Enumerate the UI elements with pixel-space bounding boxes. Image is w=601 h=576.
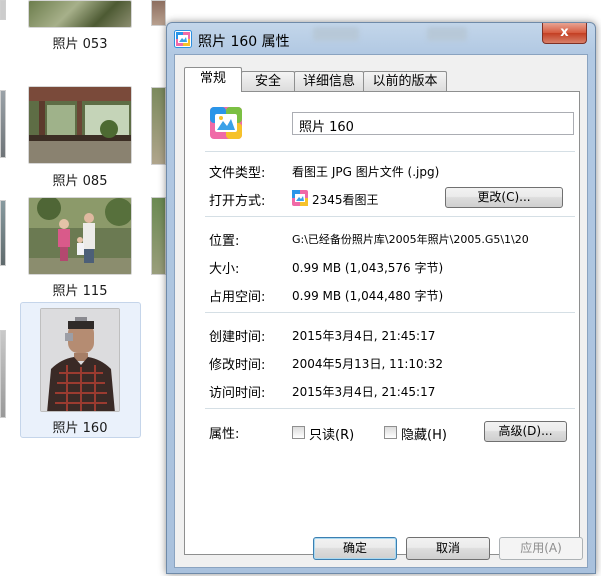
general-tab-panel: 照片 160 文件类型: 看图王 JPG 图片文件 (.jpg) 打开方式: 2… xyxy=(184,91,580,555)
size-on-disk-label: 占用空间: xyxy=(209,290,266,305)
ok-button[interactable]: 确定 xyxy=(313,537,397,560)
thumbnail-edge[interactable] xyxy=(151,197,166,275)
close-button[interactable]: x xyxy=(542,23,587,44)
portrait-photo xyxy=(41,309,119,411)
created-label: 创建时间: xyxy=(209,330,266,345)
thumbnail-115[interactable] xyxy=(28,197,132,275)
background-window-title xyxy=(427,27,467,41)
tab-details[interactable]: 详细信息 xyxy=(294,71,364,91)
thumbnail-edge[interactable] xyxy=(0,200,6,266)
close-icon: x xyxy=(560,25,569,40)
size-on-disk-value: 0.99 MB (1,044,480 字节) xyxy=(292,289,444,303)
thumbnail-edge[interactable] xyxy=(0,330,6,418)
tab-general[interactable]: 常规 xyxy=(184,67,242,92)
kantuwang-app-icon xyxy=(292,190,308,206)
created-value: 2015年3月4日, 21:45:17 xyxy=(292,329,436,343)
separator xyxy=(205,408,575,409)
caption-115[interactable]: 照片 115 xyxy=(20,280,140,299)
thumbnail-085[interactable] xyxy=(28,86,132,164)
thumbnail-053[interactable] xyxy=(28,0,132,28)
properties-dialog: 照片 160 属性 x 常规 安全 详细信息 以前的版本 照片 160 文件类型… xyxy=(166,22,596,574)
separator xyxy=(205,312,575,313)
kantuwang-file-icon xyxy=(210,107,242,139)
hidden-label[interactable]: 隐藏(H) xyxy=(401,424,447,443)
modified-value: 2004年5月13日, 11:10:32 xyxy=(292,357,443,371)
caption-160[interactable]: 照片 160 xyxy=(20,417,140,436)
family-photo xyxy=(29,198,131,274)
tab-security[interactable]: 安全 xyxy=(241,71,295,91)
change-button[interactable]: 更改(C)... xyxy=(445,187,563,208)
hidden-checkbox[interactable] xyxy=(384,426,397,439)
thumbnail-edge[interactable] xyxy=(0,0,6,20)
kantuwang-app-icon xyxy=(174,30,192,48)
thumbnail-160[interactable] xyxy=(40,308,120,412)
file-type-label: 文件类型: xyxy=(209,166,266,181)
open-with-label: 打开方式: xyxy=(209,194,266,209)
open-with-value: 2345看图王 xyxy=(312,193,379,207)
separator xyxy=(205,216,575,217)
thumbnail-edge[interactable] xyxy=(151,0,166,26)
title-bar[interactable]: 照片 160 属性 x xyxy=(167,23,595,55)
file-name-input[interactable]: 照片 160 xyxy=(292,112,574,135)
veranda-photo xyxy=(29,87,131,163)
dialog-client-area: 常规 安全 详细信息 以前的版本 照片 160 文件类型: 看图王 JPG 图片… xyxy=(174,54,588,568)
apply-button[interactable]: 应用(A) xyxy=(499,537,583,560)
modified-label: 修改时间: xyxy=(209,358,266,373)
caption-085[interactable]: 照片 085 xyxy=(20,170,140,189)
file-type-value: 看图王 JPG 图片文件 (.jpg) xyxy=(292,165,440,179)
cancel-button[interactable]: 取消 xyxy=(406,537,490,560)
accessed-value: 2015年3月4日, 21:45:17 xyxy=(292,385,436,399)
tab-previous-versions[interactable]: 以前的版本 xyxy=(363,71,447,91)
thumbnail-edge[interactable] xyxy=(0,90,6,158)
dialog-title: 照片 160 属性 xyxy=(198,34,290,50)
advanced-button[interactable]: 高级(D)... xyxy=(484,421,567,442)
attributes-label: 属性: xyxy=(209,427,240,442)
size-label: 大小: xyxy=(209,262,240,277)
thumbnail-edge[interactable] xyxy=(151,87,166,165)
readonly-checkbox[interactable] xyxy=(292,426,305,439)
accessed-label: 访问时间: xyxy=(209,386,266,401)
background-window-title xyxy=(313,27,359,41)
caption-053[interactable]: 照片 053 xyxy=(20,33,140,52)
size-value: 0.99 MB (1,043,576 字节) xyxy=(292,261,444,275)
location-value: G:\已经备份照片库\2005年照片\2005.G5\1\20 xyxy=(292,233,529,246)
location-label: 位置: xyxy=(209,234,240,249)
separator xyxy=(205,151,575,152)
readonly-label[interactable]: 只读(R) xyxy=(309,424,354,443)
